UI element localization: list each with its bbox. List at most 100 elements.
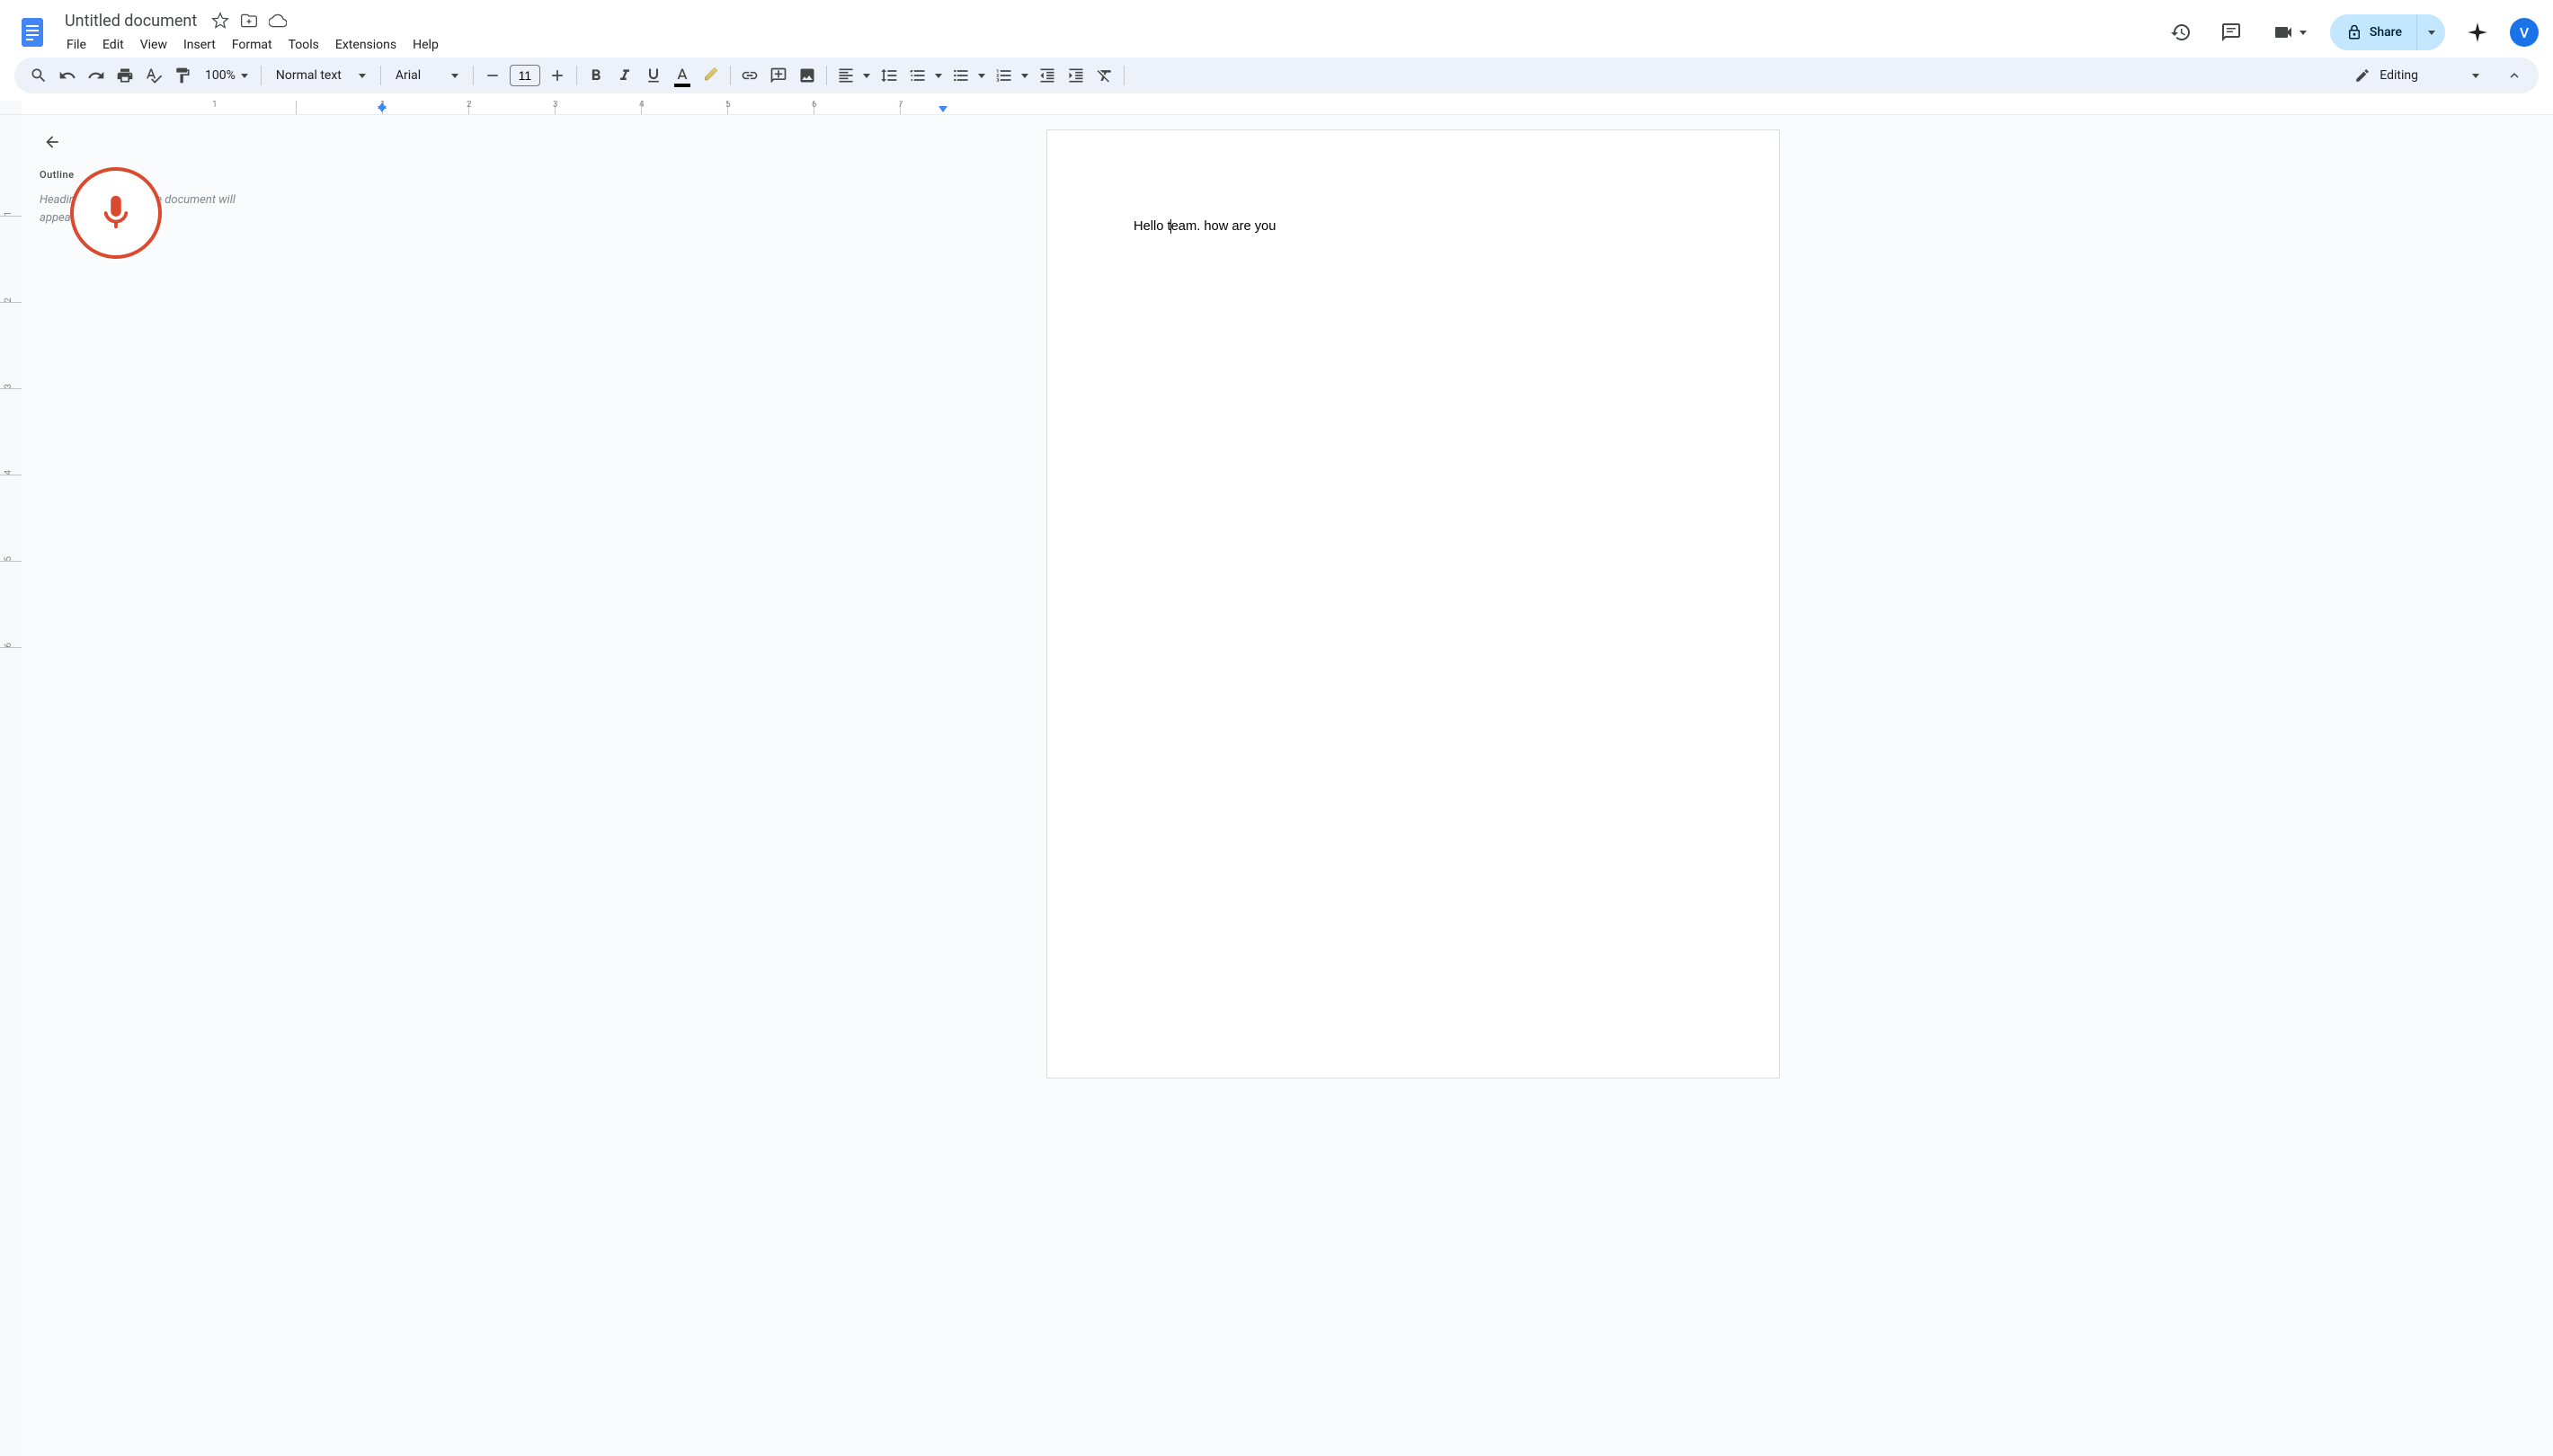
- align-dropdown[interactable]: [859, 62, 874, 89]
- separator: [261, 66, 262, 85]
- redo-button[interactable]: [83, 62, 110, 89]
- bold-button[interactable]: [583, 62, 609, 89]
- gemini-icon[interactable]: [2460, 14, 2495, 50]
- menu-format[interactable]: Format: [225, 34, 280, 56]
- share-button[interactable]: Share: [2330, 14, 2416, 50]
- share-group: Share: [2330, 14, 2445, 50]
- search-menus-button[interactable]: [25, 62, 52, 89]
- docs-logo[interactable]: [14, 9, 50, 56]
- italic-button[interactable]: [611, 62, 638, 89]
- chevron-down-icon: [2299, 31, 2307, 35]
- main: 1 2 3 4 5 6 Outline Headings you add to …: [0, 115, 2553, 1456]
- separator: [576, 66, 577, 85]
- chevron-down-icon: [2428, 31, 2435, 35]
- paint-format-button[interactable]: [169, 62, 196, 89]
- menu-insert[interactable]: Insert: [176, 34, 223, 56]
- zoom-select[interactable]: 100%: [198, 62, 255, 89]
- voice-typing-button[interactable]: [70, 167, 162, 259]
- document-body[interactable]: Hello team. how are you: [1134, 217, 1693, 236]
- spellcheck-button[interactable]: [140, 62, 167, 89]
- menu-tools[interactable]: Tools: [281, 34, 326, 56]
- text-color-swatch: [674, 84, 690, 87]
- decrease-indent-button[interactable]: [1034, 62, 1061, 89]
- history-icon[interactable]: [2163, 14, 2199, 50]
- checklist-dropdown[interactable]: [931, 62, 946, 89]
- menu-extensions[interactable]: Extensions: [328, 34, 404, 56]
- font-size-group: [479, 62, 571, 89]
- menu-view[interactable]: View: [133, 34, 174, 56]
- highlight-button[interactable]: [698, 62, 725, 89]
- chevron-down-icon: [978, 74, 985, 78]
- insert-image-button[interactable]: [794, 62, 821, 89]
- menu-help[interactable]: Help: [405, 34, 446, 56]
- outline-panel: Outline Headings you add to the document…: [22, 115, 273, 1456]
- ruler-horizontal[interactable]: 1 1 2 3 4 5 6 7: [0, 101, 2553, 115]
- share-dropdown[interactable]: [2416, 14, 2445, 50]
- account-avatar[interactable]: V: [2510, 18, 2539, 47]
- underline-button[interactable]: [640, 62, 667, 89]
- left-indent-marker[interactable]: [378, 102, 387, 109]
- editing-mode-select[interactable]: Editing: [2342, 62, 2492, 89]
- chevron-down-icon: [451, 74, 458, 78]
- separator: [380, 66, 381, 85]
- title-area: Untitled document File Edit View Insert …: [59, 10, 2163, 56]
- cloud-status-icon[interactable]: [267, 10, 289, 31]
- line-spacing-button[interactable]: [876, 62, 903, 89]
- increase-font-button[interactable]: [544, 62, 571, 89]
- chevron-down-icon: [863, 74, 870, 78]
- bulleted-list-button[interactable]: [947, 62, 974, 89]
- checklist-button[interactable]: [904, 62, 931, 89]
- numbered-combo: [991, 62, 1032, 89]
- editing-mode-value: Editing: [2380, 68, 2418, 83]
- font-value: Arial: [396, 68, 421, 83]
- align-combo: [832, 62, 874, 89]
- font-size-input[interactable]: [510, 65, 540, 86]
- meet-button[interactable]: [2264, 14, 2316, 50]
- undo-button[interactable]: [54, 62, 81, 89]
- separator: [826, 66, 827, 85]
- checklist-combo: [904, 62, 946, 89]
- style-value: Normal text: [276, 68, 342, 83]
- clear-formatting-button[interactable]: [1091, 62, 1118, 89]
- separator: [1124, 66, 1125, 85]
- chevron-down-icon: [935, 74, 942, 78]
- decrease-font-button[interactable]: [479, 62, 506, 89]
- ruler-vertical[interactable]: 1 2 3 4 5 6: [0, 115, 22, 1456]
- paragraph-style-select[interactable]: Normal text: [267, 62, 375, 89]
- text-color-button[interactable]: [669, 62, 696, 89]
- align-button[interactable]: [832, 62, 859, 89]
- toolbar-wrap: 100% Normal text Arial: [0, 58, 2553, 101]
- chevron-down-icon: [359, 74, 366, 78]
- collapse-toolbar-button[interactable]: [2501, 62, 2528, 89]
- toolbar: 100% Normal text Arial: [14, 58, 2539, 93]
- menu-bar: File Edit View Insert Format Tools Exten…: [59, 34, 2163, 56]
- title-right: Share V: [2163, 14, 2539, 50]
- outline-close-button[interactable]: [40, 129, 65, 155]
- title-bar: Untitled document File Edit View Insert …: [0, 0, 2553, 58]
- increase-indent-button[interactable]: [1063, 62, 1090, 89]
- bullets-combo: [947, 62, 989, 89]
- menu-edit[interactable]: Edit: [95, 34, 131, 56]
- comments-icon[interactable]: [2213, 14, 2249, 50]
- font-select[interactable]: Arial: [387, 62, 467, 89]
- print-button[interactable]: [111, 62, 138, 89]
- add-comment-button[interactable]: [765, 62, 792, 89]
- document-canvas[interactable]: Hello team. how are you: [273, 115, 2553, 1456]
- separator: [473, 66, 474, 85]
- insert-link-button[interactable]: [736, 62, 763, 89]
- separator: [730, 66, 731, 85]
- chevron-down-icon: [1021, 74, 1028, 78]
- share-label: Share: [2370, 25, 2402, 40]
- menu-file[interactable]: File: [59, 34, 93, 56]
- numbered-dropdown[interactable]: [1018, 62, 1032, 89]
- chevron-down-icon: [2472, 74, 2479, 78]
- star-icon[interactable]: [209, 10, 231, 31]
- numbered-list-button[interactable]: [991, 62, 1018, 89]
- bulleted-dropdown[interactable]: [974, 62, 989, 89]
- chevron-down-icon: [241, 74, 248, 78]
- zoom-value: 100%: [205, 68, 236, 83]
- move-icon[interactable]: [238, 10, 260, 31]
- document-title[interactable]: Untitled document: [59, 10, 202, 32]
- right-indent-marker[interactable]: [938, 106, 947, 112]
- page[interactable]: Hello team. how are you: [1046, 129, 1780, 1079]
